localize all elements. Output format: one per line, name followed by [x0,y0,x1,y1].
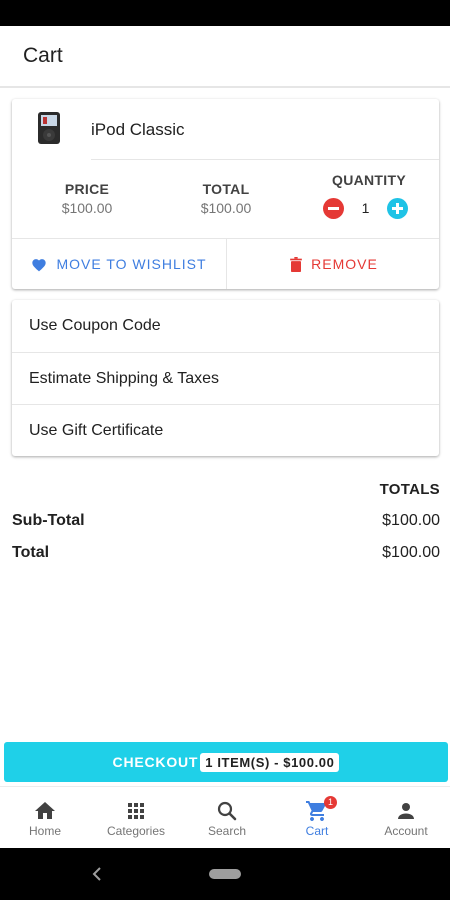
total-row: Total $100.00 [12,544,440,566]
minus-circle-icon[interactable] [323,198,344,219]
total-label: Total [12,544,50,561]
total-value: $100.00 [382,544,440,561]
nav-label: Account [384,824,428,838]
subtotal-value: $100.00 [382,512,440,529]
search-icon [217,801,237,821]
person-icon [398,803,414,819]
nav-categories[interactable]: Categories [91,787,181,849]
wishlist-label: MOVE TO WISHLIST [56,256,207,272]
app-bar: Cart [0,26,450,88]
subtotal-row: Sub-Total $100.00 [12,512,440,534]
bottom-navigation: Home Categories Search 1 Cart Account [0,786,450,848]
remove-button[interactable]: REMOVE [227,239,441,289]
back-arrow-icon[interactable] [91,866,103,882]
price-column: PRICE $100.00 [27,181,147,216]
total-column: TOTAL $100.00 [166,181,286,216]
home-pill-icon[interactable] [209,869,241,879]
checkout-button[interactable]: CHECKOUT 1 ITEM(S) - $100.00 [4,742,448,782]
use-coupon-code-option[interactable]: Use Coupon Code [12,300,439,352]
cart-badge: 1 [324,796,337,809]
checkout-label: CHECKOUT [112,754,199,770]
cart-item-card: iPod Classic PRICE $100.00 TOTAL $100.00… [12,99,439,289]
nav-label: Home [28,824,61,838]
divider [91,159,439,160]
nav-cart[interactable]: 1 Cart [272,787,362,849]
ipod-classic-image[interactable] [34,111,64,145]
quantity-label: QUANTITY [332,172,406,188]
plus-circle-icon[interactable] [387,198,408,219]
totals-heading: TOTALS [379,481,440,498]
total-label: TOTAL [202,181,250,197]
nav-label: Cart [305,824,329,838]
home-icon [35,802,55,819]
page-title: Cart [23,44,63,67]
remove-label: REMOVE [311,256,378,272]
checkout-summary: 1 ITEM(S) - $100.00 [200,752,340,772]
cart-options-card: Use Coupon Code Estimate Shipping & Taxe… [12,300,439,456]
nav-label: Search [207,824,247,838]
nav-account[interactable]: Account [361,787,450,849]
quantity-stepper: 1 [323,198,415,220]
system-navigation-bar [0,848,450,900]
move-to-wishlist-button[interactable]: MOVE TO WISHLIST [12,239,226,289]
nav-search[interactable]: Search [182,787,272,849]
use-gift-certificate-option[interactable]: Use Gift Certificate [12,404,439,456]
price-value: $100.00 [61,200,113,216]
estimate-shipping-option[interactable]: Estimate Shipping & Taxes [12,352,439,404]
total-value: $100.00 [200,200,252,216]
nav-label: Categories [106,824,166,838]
subtotal-label: Sub-Total [12,512,85,529]
grid-icon [128,803,144,819]
quantity-value: 1 [361,200,370,216]
nav-home[interactable]: Home [0,787,90,849]
product-name[interactable]: iPod Classic [91,120,185,140]
price-label: PRICE [64,181,110,197]
heart-icon [32,258,47,271]
status-bar [0,0,450,26]
trash-icon [290,256,302,272]
